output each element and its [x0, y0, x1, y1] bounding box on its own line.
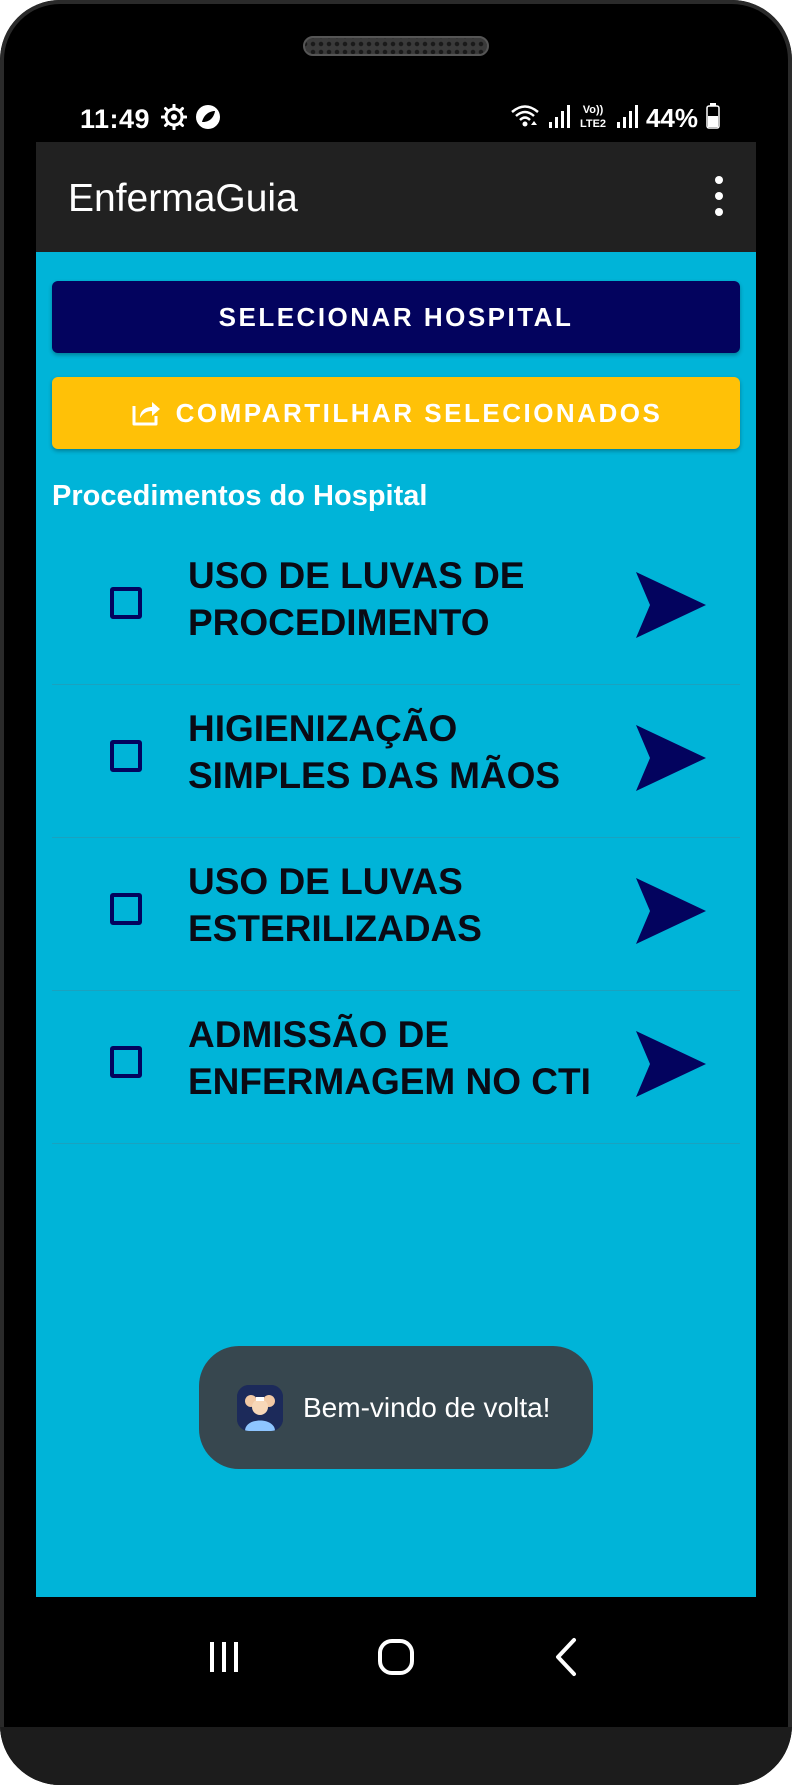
procedure-item: USO DE LUVAS DE PROCEDIMENTO	[52, 532, 740, 685]
signal-icon	[616, 104, 638, 133]
leaf-notification-icon	[195, 104, 221, 135]
system-nav-bar	[36, 1597, 756, 1727]
home-icon[interactable]	[366, 1627, 426, 1687]
status-bar: 11:49 Vo)) LTE2 44%	[36, 96, 756, 142]
procedure-checkbox[interactable]	[110, 740, 142, 772]
share-selected-label: COMPARTILHAR SELECIONADOS	[175, 397, 663, 428]
app-avatar-icon	[237, 1384, 283, 1431]
status-icons-left	[160, 103, 221, 135]
menu-dot	[715, 176, 723, 184]
app-screen: EnfermaGuia SELECIONAR HOSPITAL COMPARTI…	[36, 142, 756, 1597]
select-hospital-label: SELECIONAR HOSPITAL	[218, 301, 574, 332]
phone-frame: 11:49 Vo)) LTE2 44% EnfermaGuia SELECION…	[0, 0, 792, 1785]
section-title: Procedimentos do Hospital	[52, 480, 428, 512]
procedure-checkbox[interactable]	[110, 587, 142, 619]
earpiece-speaker	[303, 36, 489, 56]
status-icons-right: Vo)) LTE2 44%	[510, 102, 720, 134]
open-procedure-arrow-icon[interactable]	[632, 723, 708, 793]
signal-icon	[548, 104, 570, 133]
battery-icon	[706, 102, 720, 134]
menu-dot	[715, 192, 723, 200]
share-selected-button[interactable]: COMPARTILHAR SELECIONADOS	[52, 377, 740, 449]
wifi-icon	[510, 103, 540, 134]
procedure-list: USO DE LUVAS DE PROCEDIMENTO HIGIENIZAÇÃ…	[52, 532, 740, 1144]
share-icon	[130, 397, 162, 429]
volte-lte2-icon: Vo)) LTE2	[578, 102, 608, 135]
procedure-item: USO DE LUVAS ESTERILIZADAS	[52, 838, 740, 991]
procedure-label: ADMISSÃO DE ENFERMAGEM NO CTI	[188, 1014, 591, 1102]
menu-dot	[715, 208, 723, 216]
procedure-checkbox[interactable]	[110, 893, 142, 925]
back-icon[interactable]	[536, 1627, 596, 1687]
toast-message: Bem-vindo de volta!	[303, 1391, 551, 1423]
welcome-toast: Bem-vindo de volta!	[199, 1346, 593, 1469]
overflow-menu-icon[interactable]	[704, 176, 734, 216]
procedure-item: HIGIENIZAÇÃO SIMPLES DAS MÃOS	[52, 685, 740, 838]
procedure-label: USO DE LUVAS ESTERILIZADAS	[188, 861, 482, 949]
open-procedure-arrow-icon[interactable]	[632, 876, 708, 946]
settings-gear-icon	[160, 103, 188, 135]
battery-percent: 44%	[645, 102, 698, 133]
app-bar: EnfermaGuia	[36, 142, 756, 252]
open-procedure-arrow-icon[interactable]	[632, 1029, 708, 1099]
app-title: EnfermaGuia	[68, 177, 298, 220]
svg-text:LTE2: LTE2	[580, 118, 606, 130]
procedure-checkbox[interactable]	[110, 1046, 142, 1078]
svg-text:Vo)): Vo))	[583, 104, 604, 116]
open-procedure-arrow-icon[interactable]	[632, 570, 708, 640]
select-hospital-button[interactable]: SELECIONAR HOSPITAL	[52, 281, 740, 353]
procedure-label: USO DE LUVAS DE PROCEDIMENTO	[188, 555, 525, 643]
procedure-label: HIGIENIZAÇÃO SIMPLES DAS MÃOS	[188, 708, 561, 796]
phone-bottom-edge	[0, 1727, 792, 1785]
procedure-item: ADMISSÃO DE ENFERMAGEM NO CTI	[52, 991, 740, 1144]
status-time: 11:49	[80, 104, 151, 134]
recent-apps-icon[interactable]	[194, 1627, 254, 1687]
